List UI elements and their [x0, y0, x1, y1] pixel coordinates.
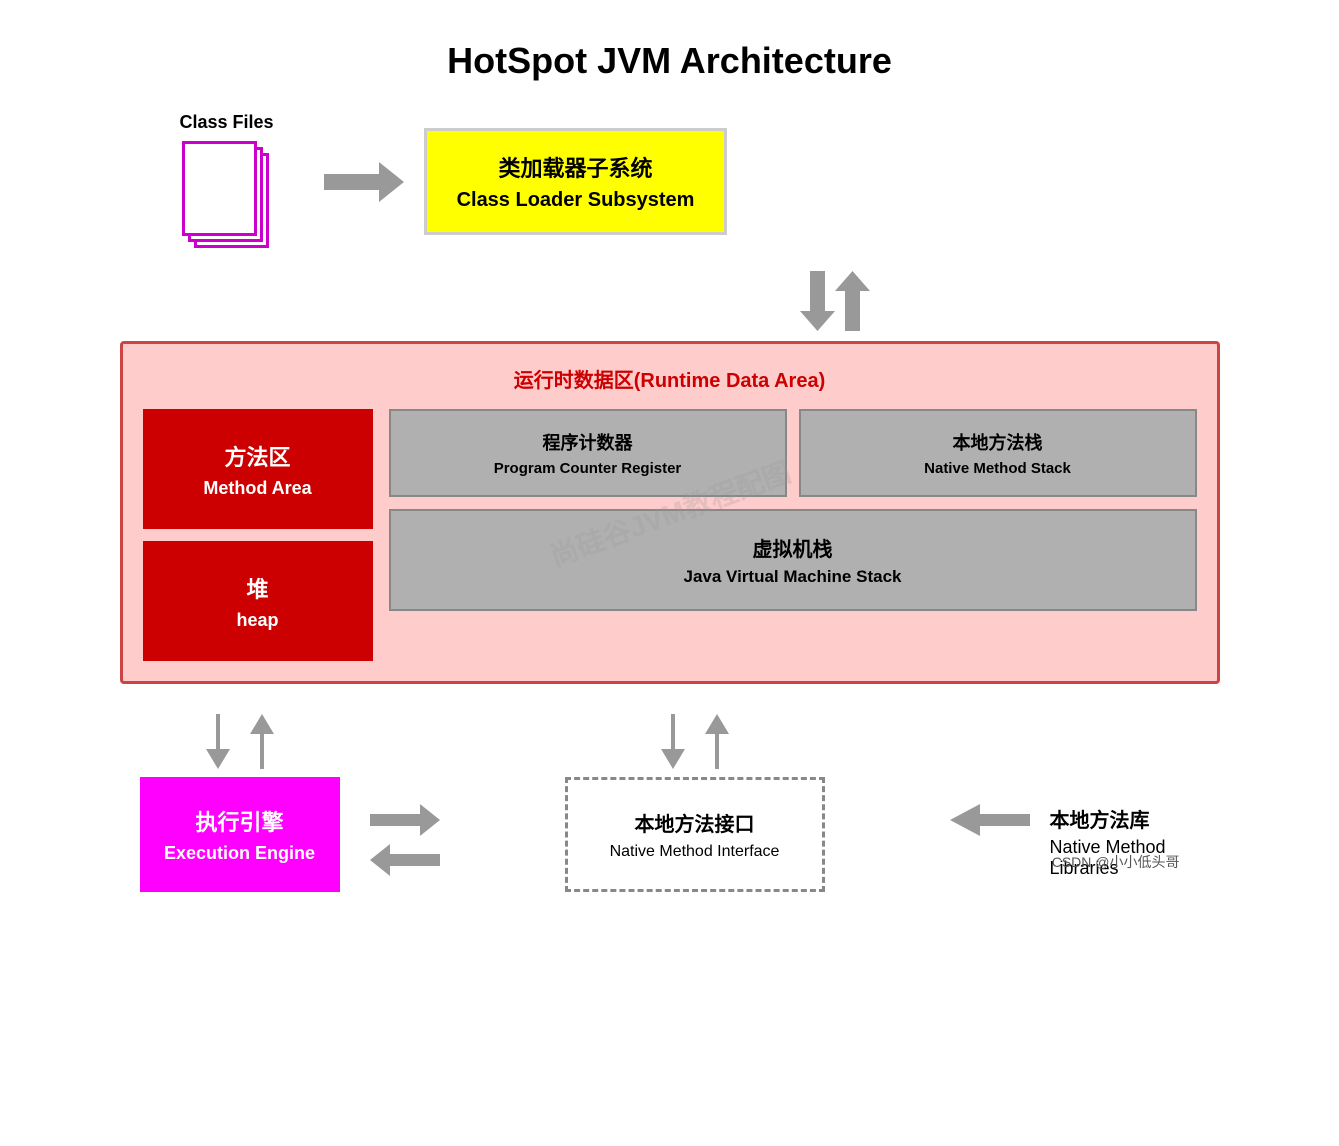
- native-down-arrow: [657, 714, 689, 769]
- runtime-data-area: 尚硅谷JVM教程配图 运行时数据区(Runtime Data Area) 方法区…: [120, 341, 1220, 684]
- nms-en: Native Method Stack: [924, 460, 1071, 477]
- class-files-label: Class Files: [180, 112, 274, 133]
- program-counter-box: 程序计数器 Program Counter Register: [389, 409, 787, 497]
- native-interface-zh: 本地方法接口: [635, 808, 755, 837]
- class-loader-box: 类加载器子系统 Class Loader Subsystem: [424, 128, 728, 235]
- class-files-group: Class Files: [180, 112, 274, 251]
- credit-label: CSDN @小小低头哥: [1052, 852, 1180, 872]
- class-to-loader-arrow: [324, 162, 404, 202]
- vertical-arrows: [800, 271, 880, 331]
- file-page-3: [182, 141, 257, 236]
- page-title: HotSpot JVM Architecture: [120, 0, 1220, 82]
- exec-up-arrow: [246, 714, 278, 769]
- exec-down-arrow: [202, 714, 234, 769]
- native-lib-arrow: [950, 804, 1030, 836]
- jvm-stack-zh: 虚拟机栈: [753, 533, 833, 562]
- exec-zh: 执行引擎: [195, 805, 283, 837]
- exec-en: Execution Engine: [164, 843, 315, 864]
- jvm-stack-en: Java Virtual Machine Stack: [684, 567, 902, 587]
- runtime-label: 运行时数据区(Runtime Data Area): [143, 364, 1197, 393]
- nms-zh: 本地方法栈: [953, 429, 1043, 455]
- native-interface-box: 本地方法接口 Native Method Interface: [565, 777, 825, 892]
- left-arrow-1: [370, 844, 440, 876]
- class-loader-en: Class Loader Subsystem: [457, 189, 695, 212]
- file-stack: [182, 141, 272, 251]
- native-up-arrow: [701, 714, 733, 769]
- pc-zh: 程序计数器: [543, 429, 633, 455]
- method-area-box: 方法区 Method Area: [143, 409, 373, 529]
- execution-engine-box: 执行引擎 Execution Engine: [140, 777, 340, 892]
- native-lib-zh: 本地方法库: [1050, 804, 1210, 833]
- method-area-en: Method Area: [203, 478, 311, 499]
- class-loader-zh: 类加载器子系统: [457, 151, 695, 183]
- right-top-row: 程序计数器 Program Counter Register 本地方法栈 Nat…: [389, 409, 1197, 497]
- jvm-stack-box: 虚拟机栈 Java Virtual Machine Stack: [389, 509, 1197, 611]
- right-arrow-1: [370, 804, 440, 836]
- pc-en: Program Counter Register: [494, 460, 682, 477]
- left-column: 方法区 Method Area 堆 heap: [143, 409, 373, 661]
- heap-en: heap: [236, 610, 278, 631]
- heap-zh: 堆: [246, 572, 268, 604]
- method-area-zh: 方法区: [224, 440, 290, 472]
- right-column: 程序计数器 Program Counter Register 本地方法栈 Nat…: [389, 409, 1197, 661]
- heap-box: 堆 heap: [143, 541, 373, 661]
- native-method-stack-box: 本地方法栈 Native Method Stack: [799, 409, 1197, 497]
- native-interface-en: Native Method Interface: [610, 843, 780, 861]
